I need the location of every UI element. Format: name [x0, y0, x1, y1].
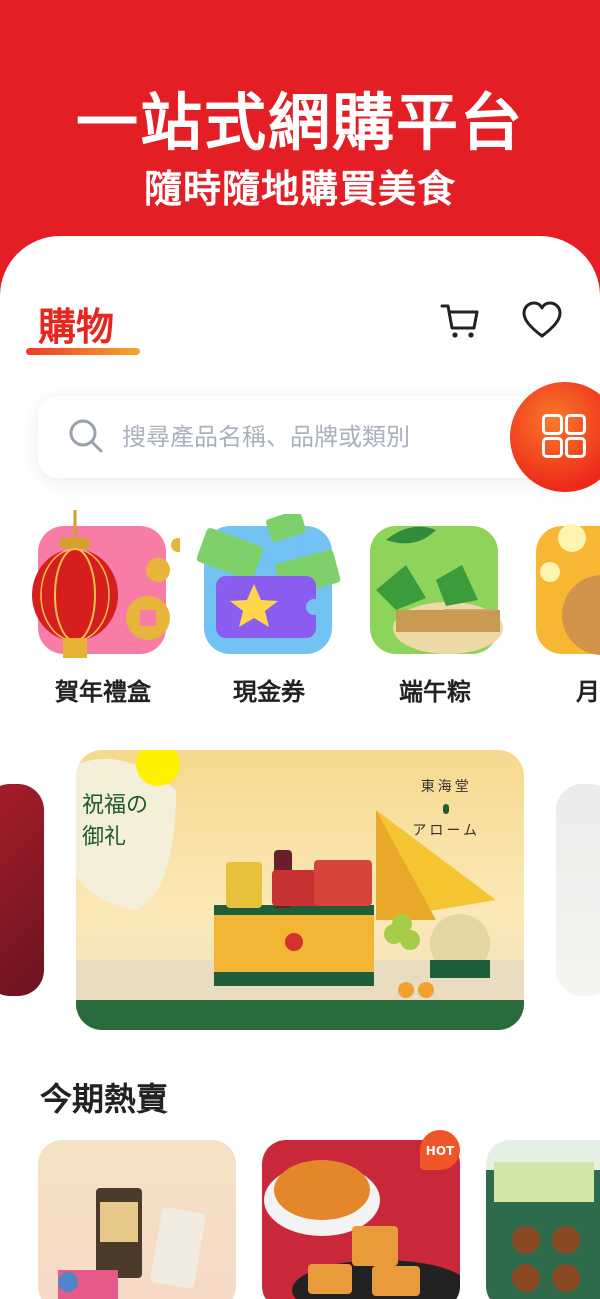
hero-title: 一站式網購平台 [75, 86, 524, 159]
voucher-icon [196, 514, 341, 654]
search-input[interactable] [120, 416, 504, 458]
category-label: 端午粽 [399, 678, 471, 706]
mooncake-icon [536, 524, 600, 655]
product-card[interactable] [38, 1140, 236, 1299]
brand-logo: 東海堂 アローム [412, 779, 480, 839]
promo-banner[interactable]: 祝福の御礼 東海堂 アローム [76, 750, 524, 1030]
calligraphy-text: 祝福の御礼 [82, 793, 149, 850]
category-mooncake[interactable]: 月 [536, 524, 600, 707]
banner-prev-slide[interactable] [0, 784, 44, 996]
rice-dumpling-icon [370, 526, 503, 654]
hero-banner: 一站式網購平台 隨時隨地購買美食 [0, 0, 600, 260]
tab-shopping[interactable]: 購物 [38, 296, 114, 351]
heart-icon[interactable] [520, 298, 564, 342]
banner-next-slide[interactable] [556, 784, 600, 996]
category-rice-dumpling[interactable]: 端午粽 [370, 526, 503, 707]
category-label: 月 [576, 678, 600, 706]
search-icon [69, 419, 103, 453]
category-label: 現金券 [233, 678, 305, 706]
section-title-hot: 今期熱賣 [40, 1080, 169, 1118]
category-label: 賀年禮盒 [55, 678, 151, 706]
main-sheet: 購物 搜尋產品名稱、品牌或類別 賀年禮盒 現金券 端午粽 月 祝福の御礼 東海堂… [0, 236, 600, 1299]
category-voucher[interactable]: 現金券 [196, 514, 341, 707]
cart-icon[interactable] [438, 298, 482, 342]
lantern-icon [32, 510, 180, 658]
hero-subtitle: 隨時隨地購買美食 [143, 167, 456, 211]
hot-badge: HOT [420, 1130, 460, 1170]
product-card[interactable] [486, 1140, 600, 1299]
tab-underline [26, 348, 140, 355]
category-new-year-gift[interactable]: 賀年禮盒 [32, 510, 180, 707]
